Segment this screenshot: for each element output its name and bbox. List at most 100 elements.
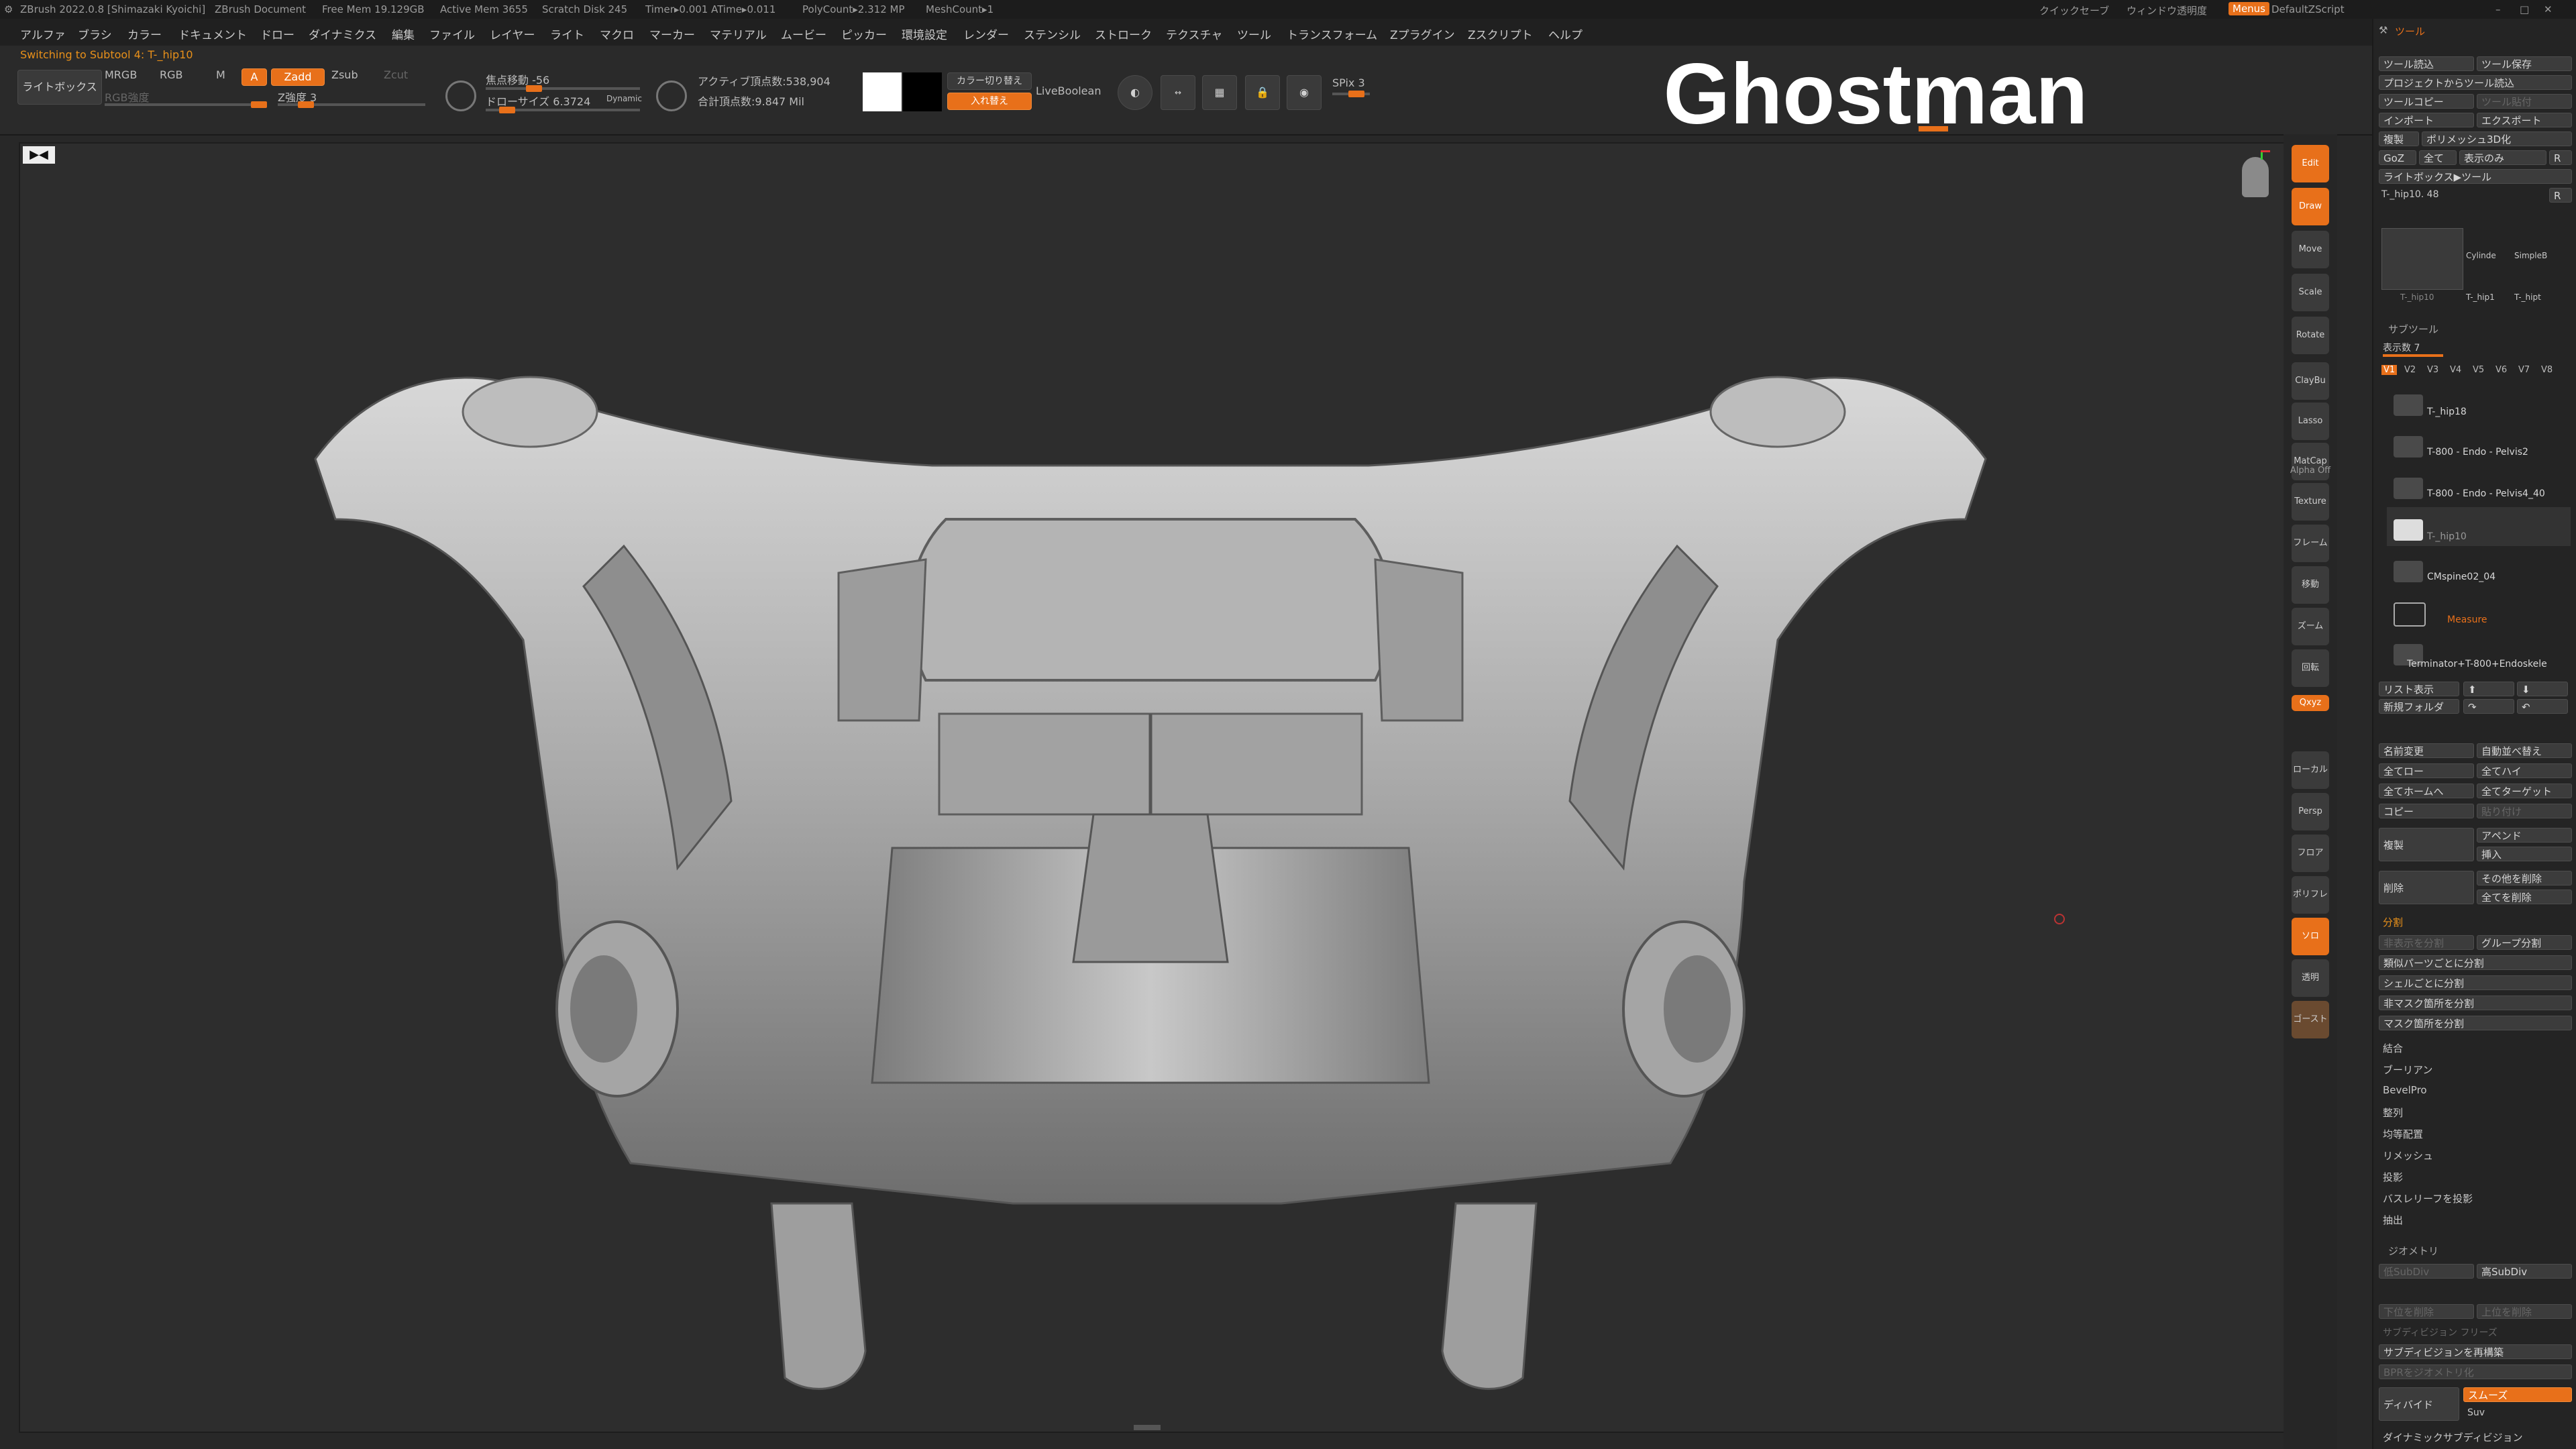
liveboolean-button[interactable]: LiveBoolean <box>1036 85 1101 97</box>
visible-count[interactable]: 表示数 7 <box>2383 341 2420 354</box>
bottom-tray-handle[interactable] <box>1134 1425 1161 1430</box>
thumb-label-2[interactable]: SimpleB <box>2514 251 2547 260</box>
lightbox-button[interactable]: ライトボックス <box>17 70 102 105</box>
pelvis-model[interactable] <box>20 144 2285 1432</box>
move-down-icon[interactable]: ⬇ <box>2517 682 2568 696</box>
lasso-stroke[interactable]: Lasso <box>2292 402 2329 440</box>
menu-picker[interactable]: ピッカー <box>841 25 887 42</box>
secondary-color-swatch[interactable] <box>903 72 942 111</box>
load-from-project-button[interactable]: プロジェクトからツール読込 <box>2379 75 2572 90</box>
zsub-button[interactable]: Zsub <box>331 68 358 81</box>
menu-texture[interactable]: テクスチャ <box>1166 25 1222 42</box>
frame-icon[interactable]: ▦ <box>1202 75 1237 110</box>
tool-thumbnail-main[interactable] <box>2381 228 2463 290</box>
make-polymesh3d-button[interactable]: ポリメッシュ3D化 <box>2422 131 2572 146</box>
menu-layer[interactable]: レイヤー <box>490 25 535 42</box>
paste-subtool-button[interactable]: 貼り付け <box>2477 804 2572 818</box>
clone-button[interactable]: 複製 <box>2379 131 2419 146</box>
project-section[interactable]: 投影 <box>2383 1170 2403 1184</box>
draw-size-slider[interactable] <box>486 107 640 113</box>
canvas-viewport[interactable]: ▶◀ <box>19 142 2286 1433</box>
minimize-icon[interactable]: – <box>2496 3 2501 15</box>
menu-color[interactable]: カラー <box>127 25 162 42</box>
reconstruct-subdiv-button[interactable]: サブディビジョンを再構築 <box>2379 1344 2572 1359</box>
local-button[interactable]: ローカル <box>2292 751 2329 789</box>
rotate-view-button[interactable]: 回転 <box>2292 649 2329 687</box>
menu-render[interactable]: レンダー <box>963 25 1009 42</box>
menu-light[interactable]: ライト <box>550 25 584 42</box>
draw-button[interactable]: Draw <box>2292 188 2329 225</box>
visible-count-slider[interactable] <box>2383 354 2443 357</box>
freeze-subdiv-button[interactable]: サブディビジョン フリーズ <box>2383 1326 2498 1339</box>
smooth-toggle[interactable]: スムーズ <box>2463 1387 2572 1402</box>
insert-button[interactable]: 挿入 <box>2477 847 2572 861</box>
menu-material[interactable]: マテリアル <box>710 25 767 42</box>
menus-toggle[interactable]: Menus <box>2229 2 2269 15</box>
focal-shift-slider[interactable] <box>486 85 640 92</box>
rgb-intensity-slider[interactable] <box>105 101 267 108</box>
version-v8[interactable]: V8 <box>2541 365 2553 375</box>
m-button[interactable]: M <box>216 68 225 81</box>
claybuildup-brush[interactable]: ClayBu <box>2292 362 2329 400</box>
polyframe-button[interactable]: ポリフレーム <box>2292 876 2329 937</box>
solo-button[interactable]: ソロ <box>2292 918 2329 955</box>
subtool-item[interactable]: T-_hip18 <box>2387 382 2571 421</box>
goz-all-button[interactable]: 全て <box>2419 150 2457 165</box>
delete-other-button[interactable]: その他を削除 <box>2477 871 2572 885</box>
save-tool-button[interactable]: ツール保存 <box>2477 56 2572 71</box>
align-section[interactable]: 整列 <box>2383 1106 2403 1120</box>
menu-zscript[interactable]: Zスクリプト <box>1468 25 1533 42</box>
redo-icon[interactable]: ↷ <box>2463 699 2514 714</box>
qxyz-button[interactable]: Qxyz <box>2292 695 2329 711</box>
boolean-section[interactable]: ブーリアン <box>2383 1063 2432 1077</box>
goz-button[interactable]: GoZ <box>2379 150 2416 165</box>
maximize-icon[interactable]: □ <box>2520 3 2529 15</box>
project-bas-relief-section[interactable]: バスレリーフを投影 <box>2383 1191 2473 1205</box>
split-unmasked-button[interactable]: 非マスク箇所を分割 <box>2379 996 2572 1010</box>
subtool-header[interactable]: サブツール <box>2388 322 2438 336</box>
ghost-button[interactable]: ゴースト <box>2292 1001 2329 1038</box>
alpha-off-label[interactable]: Alpha Off <box>2284 466 2337 476</box>
switch-color-button[interactable]: カラー切り替え <box>947 72 1032 90</box>
delete-higher-button[interactable]: 上位を削除 <box>2477 1304 2572 1319</box>
close-icon[interactable]: ✕ <box>2544 3 2553 15</box>
rgb-button[interactable]: RGB <box>160 68 183 81</box>
a-button[interactable]: A <box>241 68 267 86</box>
menu-zplugin[interactable]: Zプラグイン <box>1390 25 1455 42</box>
thumb-label-1[interactable]: Cylinde <box>2466 251 2496 260</box>
menu-draw[interactable]: ドロー <box>260 25 294 42</box>
paste-tool-button[interactable]: ツール貼付 <box>2477 94 2572 109</box>
move-up-icon[interactable]: ⬆ <box>2463 682 2514 696</box>
copy-tool-button[interactable]: ツールコピー <box>2379 94 2474 109</box>
geometry-header[interactable]: ジオメトリ <box>2388 1244 2438 1258</box>
menu-marker[interactable]: マーカー <box>649 25 695 42</box>
main-color-swatch[interactable] <box>863 72 902 111</box>
thumb-label-3[interactable]: T-_hip1 <box>2466 292 2495 302</box>
menu-brush[interactable]: ブラシ <box>78 25 112 42</box>
default-zscript[interactable]: DefaultZScript <box>2271 3 2345 15</box>
version-v6[interactable]: V6 <box>2496 365 2507 375</box>
xyz-symmetry-icon[interactable]: ↔ <box>1161 75 1195 110</box>
subtool-item[interactable]: Terminator+T-800+Endoskele <box>2387 632 2571 671</box>
divide-button[interactable]: ディバイド <box>2379 1387 2459 1421</box>
menu-movie[interactable]: ムービー <box>781 25 826 42</box>
zadd-button[interactable]: Zadd <box>271 68 325 86</box>
split-similar-button[interactable]: 類似パーツごとに分割 <box>2379 955 2572 970</box>
menu-file[interactable]: ファイル <box>429 25 475 42</box>
auto-reorder-button[interactable]: 自動並べ替え <box>2477 743 2572 758</box>
tool-r-button[interactable]: R <box>2549 188 2572 203</box>
distribute-section[interactable]: 均等配置 <box>2383 1127 2423 1141</box>
remesh-section[interactable]: リメッシュ <box>2383 1148 2433 1163</box>
version-v5[interactable]: V5 <box>2473 365 2484 375</box>
move-button[interactable]: Move <box>2292 231 2329 268</box>
new-folder-button[interactable]: 新規フォルダ <box>2379 699 2459 714</box>
subtool-item[interactable]: Measure <box>2387 590 2571 629</box>
duplicate-button[interactable]: 複製 <box>2379 828 2474 861</box>
version-v3[interactable]: V3 <box>2427 365 2438 375</box>
current-tool-label[interactable]: T-_hip10. 48 <box>2381 189 2439 200</box>
menu-dynamics[interactable]: ダイナミクス <box>309 25 376 42</box>
delete-lower-button[interactable]: 下位を削除 <box>2379 1304 2474 1319</box>
delete-button[interactable]: 削除 <box>2379 871 2474 904</box>
scale-button[interactable]: Scale <box>2292 274 2329 311</box>
draw-size-icon[interactable] <box>656 80 687 111</box>
